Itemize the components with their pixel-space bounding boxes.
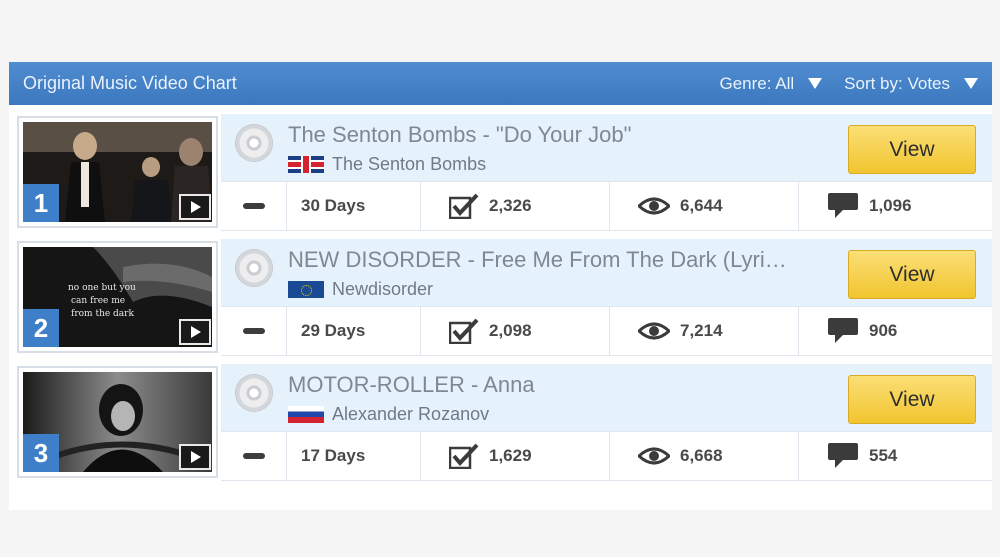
dash-icon: [242, 203, 265, 209]
dash-icon: [242, 328, 265, 334]
votes-cell[interactable]: 2,326: [421, 182, 610, 230]
svg-text:from the dark: from the dark: [71, 309, 134, 319]
song-title-link[interactable]: NEW DISORDER - Free Me From The Dark (Ly…: [288, 247, 787, 273]
comment-icon: [828, 443, 858, 468]
video-thumbnail[interactable]: 1: [17, 116, 218, 228]
genre-filter-dropdown[interactable]: Genre: All: [720, 74, 823, 94]
russia-flag-icon: [288, 406, 324, 423]
view-button[interactable]: View: [848, 125, 976, 174]
sort-dropdown[interactable]: Sort by: Votes: [844, 74, 978, 94]
video-thumbnail[interactable]: no one but you can free me from the dark…: [17, 241, 218, 353]
chart-title: Original Music Video Chart: [23, 73, 237, 93]
uk-flag-icon: [288, 156, 324, 173]
chart-row: 3 MOTOR-ROLLER - Anna Alexander Rozanov …: [15, 364, 992, 481]
comment-icon: [828, 318, 858, 343]
row-stats: 17 Days 1,629 6,668 554: [221, 431, 992, 481]
eye-icon: [638, 197, 670, 215]
cd-icon: [235, 374, 273, 412]
play-icon[interactable]: [179, 319, 211, 345]
rank-change-cell: [221, 182, 287, 230]
views-cell: 6,644: [610, 182, 799, 230]
comments-count: 906: [869, 321, 898, 340]
artist-name-link[interactable]: Newdisorder: [332, 279, 433, 300]
cd-icon: [235, 124, 273, 162]
chevron-down-icon: [964, 78, 978, 89]
views-cell: 6,668: [610, 432, 799, 480]
play-icon[interactable]: [179, 444, 211, 470]
cd-icon: [235, 249, 273, 287]
days-on-chart: 30 Days: [287, 182, 421, 230]
view-button[interactable]: View: [848, 375, 976, 424]
artist-info: The Senton Bombs: [288, 154, 486, 175]
artist-name-link[interactable]: The Senton Bombs: [332, 154, 486, 175]
music-video-chart-widget: Original Music Video Chart Genre: All So…: [9, 62, 992, 510]
rank-change-cell: [221, 307, 287, 355]
song-info: MOTOR-ROLLER - Anna Alexander Rozanov Vi…: [221, 364, 992, 431]
row-stats: 29 Days 2,098 7,214 906: [221, 306, 992, 356]
comments-count: 554: [869, 446, 898, 465]
artist-info: Alexander Rozanov: [288, 404, 489, 425]
views-count: 6,644: [680, 196, 723, 215]
checkmark-icon: [449, 318, 479, 344]
votes-cell[interactable]: 2,098: [421, 307, 610, 355]
views-count: 6,668: [680, 446, 723, 465]
views-cell: 7,214: [610, 307, 799, 355]
chart-header: Original Music Video Chart Genre: All So…: [9, 62, 992, 105]
row-stats: 30 Days 2,326 6,644 1,096: [221, 181, 992, 231]
rank-badge: 1: [23, 184, 59, 222]
checkmark-icon: [449, 443, 479, 469]
artist-info: Newdisorder: [288, 279, 433, 300]
days-on-chart: 17 Days: [287, 432, 421, 480]
eye-icon: [638, 447, 670, 465]
dash-icon: [242, 453, 265, 459]
eu-flag-icon: [288, 281, 324, 298]
comments-count: 1,096: [869, 196, 912, 215]
days-on-chart: 29 Days: [287, 307, 421, 355]
votes-count: 2,098: [489, 321, 532, 340]
video-thumbnail[interactable]: 3: [17, 366, 218, 478]
chart-row: 1 The Senton Bombs - "Do Your Job" The S…: [15, 114, 992, 231]
song-title-link[interactable]: The Senton Bombs - "Do Your Job": [288, 122, 631, 148]
rank-badge: 3: [23, 434, 59, 472]
svg-text:can free me: can free me: [71, 296, 125, 306]
sort-label: Sort by: Votes: [844, 73, 950, 93]
song-title-link[interactable]: MOTOR-ROLLER - Anna: [288, 372, 535, 398]
chevron-down-icon: [808, 78, 823, 89]
votes-count: 2,326: [489, 196, 532, 215]
votes-cell[interactable]: 1,629: [421, 432, 610, 480]
artist-name-link[interactable]: Alexander Rozanov: [332, 404, 489, 425]
song-info: The Senton Bombs - "Do Your Job" The Sen…: [221, 114, 992, 181]
rank-change-cell: [221, 432, 287, 480]
comments-cell[interactable]: 554: [799, 432, 992, 480]
song-info: NEW DISORDER - Free Me From The Dark (Ly…: [221, 239, 992, 306]
comment-icon: [828, 193, 858, 218]
chart-row: no one but you can free me from the dark…: [15, 239, 992, 356]
comments-cell[interactable]: 1,096: [799, 182, 992, 230]
play-icon[interactable]: [179, 194, 211, 220]
genre-filter-label: Genre: All: [719, 73, 795, 93]
comments-cell[interactable]: 906: [799, 307, 992, 355]
view-button[interactable]: View: [848, 250, 976, 299]
rank-badge: 2: [23, 309, 59, 347]
svg-text:no one but you: no one but you: [68, 283, 136, 293]
views-count: 7,214: [680, 321, 723, 340]
checkmark-icon: [449, 193, 479, 219]
eye-icon: [638, 322, 670, 340]
votes-count: 1,629: [489, 446, 532, 465]
